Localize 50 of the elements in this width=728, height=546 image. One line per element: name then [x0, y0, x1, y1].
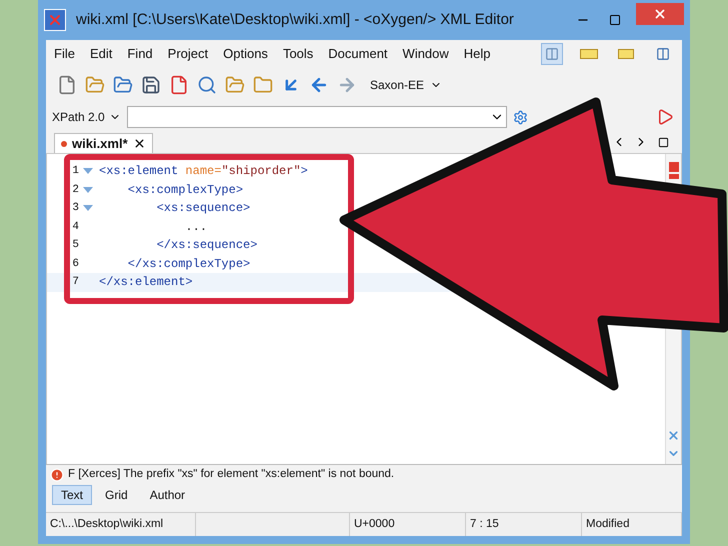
close-icon: [653, 7, 667, 21]
status-cell: U+0000: [350, 513, 466, 536]
menu-item[interactable]: Document: [328, 44, 388, 64]
view-tab[interactable]: Text: [52, 485, 92, 505]
line-number: 3: [71, 201, 79, 216]
window-title: wiki.xml [C:\Users\Kate\Desktop\wiki.xml] - <oXygen/> XML Editor: [76, 10, 515, 30]
error-message: F [Xerces] The prefix "xs" for element "xs:element" is not bound.: [68, 466, 394, 482]
code-text: <xs:sequence>: [156, 200, 250, 218]
menu-item[interactable]: Options: [223, 44, 268, 64]
fold-icon[interactable]: [83, 186, 93, 193]
layout-icon[interactable]: [541, 43, 563, 65]
file-tab[interactable]: wiki.xml*: [54, 133, 153, 153]
close-icon[interactable]: [132, 137, 146, 150]
line-number: 4: [71, 220, 79, 234]
status-cell: C:\...\Desktop\wiki.xml: [46, 513, 196, 536]
save-icon[interactable]: [140, 74, 162, 96]
error-marker-icon[interactable]: [668, 162, 678, 172]
menu-item[interactable]: Window: [402, 44, 449, 64]
settings-icon[interactable]: [512, 109, 529, 125]
xpath-field[interactable]: [126, 106, 507, 128]
status-cell: Modified: [582, 513, 682, 536]
menu-item[interactable]: Find: [127, 44, 153, 64]
code-text: </xs:element>: [99, 274, 193, 292]
code-text: </xs:complexType>: [126, 256, 250, 273]
view-tab[interactable]: Author: [140, 485, 194, 505]
search-icon[interactable]: [196, 74, 218, 96]
error-icon: [50, 468, 64, 482]
status-cell: 7 : 15: [466, 513, 582, 536]
menu-item[interactable]: File: [54, 44, 75, 64]
line-number: 1: [71, 164, 79, 179]
line-number: 5: [71, 238, 79, 253]
close-button[interactable]: [636, 3, 684, 25]
fold-icon[interactable]: [83, 205, 93, 212]
error-marker-icon[interactable]: [668, 174, 678, 179]
transformer-dropdown[interactable]: Saxon-EE: [370, 76, 442, 94]
menu-item[interactable]: Help: [464, 44, 491, 64]
menu-item[interactable]: Project: [168, 44, 208, 64]
fold-icon[interactable]: [83, 168, 93, 174]
code-text: </xs:sequence>: [156, 237, 258, 254]
line-number: 6: [71, 256, 79, 272]
app-logo-icon: [44, 9, 66, 31]
code-text: ...: [184, 218, 208, 236]
line-number: 7: [71, 275, 79, 290]
xpath-version-dropdown[interactable]: XPath 2.0: [52, 108, 121, 126]
menu-item[interactable]: Tools: [282, 44, 314, 64]
code-text: <xs:element name="shiporder">: [99, 163, 308, 180]
line-number: 2: [71, 182, 79, 198]
code-text: <xs:complexType>: [126, 182, 244, 199]
view-tab[interactable]: Grid: [96, 485, 137, 505]
menu-item[interactable]: Edit: [90, 44, 112, 64]
